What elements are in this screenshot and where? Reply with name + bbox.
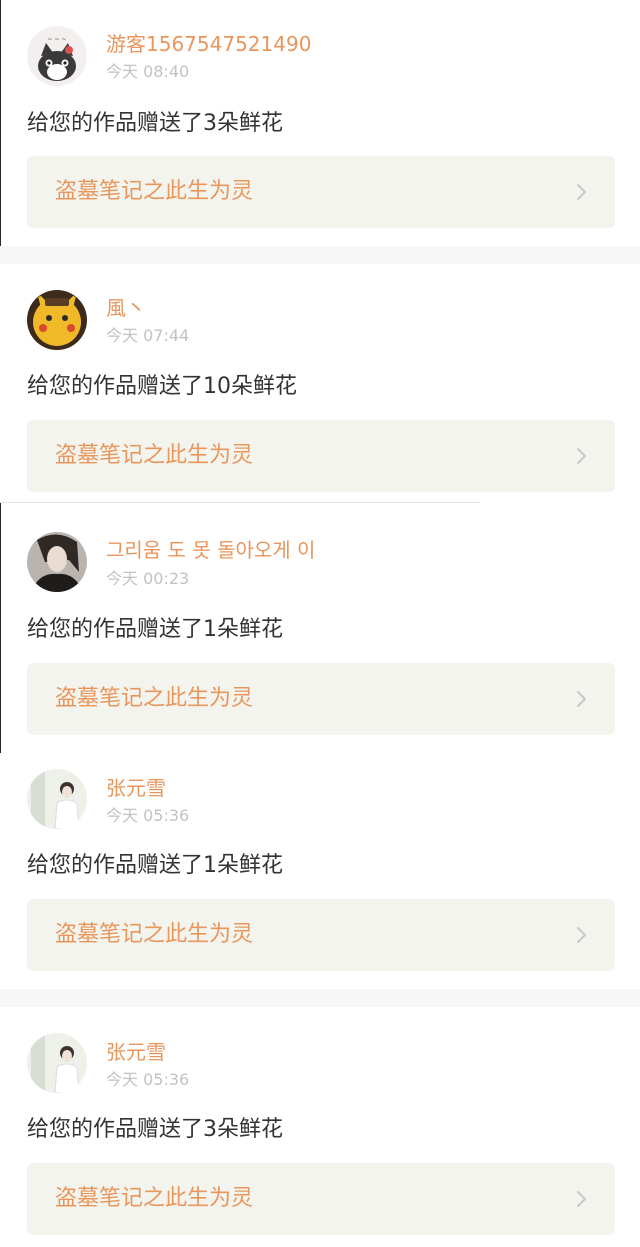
timestamp: 今天 05:36 — [106, 1070, 190, 1089]
chevron-right-icon — [571, 1189, 591, 1209]
gift-message: 给您的作品赠送了3朵鲜花 — [27, 1117, 283, 1142]
work-link[interactable]: 盗墓笔记之此生为灵 — [27, 899, 615, 971]
svg-text:~ ~ ~: ~ ~ ~ — [48, 36, 67, 43]
gift-message: 给您的作品赠送了1朵鲜花 — [27, 617, 283, 642]
notification-card: 张元雪 今天 05:36 给您的作品赠送了1朵鲜花 盗墓笔记之此生为灵 — [0, 747, 640, 989]
work-title: 盗墓笔记之此生为灵 — [55, 179, 254, 204]
username[interactable]: 風丶 — [106, 296, 146, 320]
timestamp: 今天 00:23 — [106, 569, 190, 588]
figure-avatar-icon[interactable] — [27, 1033, 87, 1093]
work-link[interactable]: 盗墓笔记之此生为灵 — [27, 1163, 615, 1235]
notification-card: 風丶 今天 07:44 给您的作品赠送了10朵鲜花 盗墓笔记之此生为灵 — [0, 264, 640, 502]
username[interactable]: 张元雪 — [106, 776, 166, 800]
gift-notification-feed: ~ ~ ~ 游客1567547521490 今天 08:40 给您的作品赠送了3… — [0, 0, 640, 1247]
username[interactable]: 그리움 도 못 돌아오게 이 — [106, 538, 315, 562]
chevron-right-icon — [571, 689, 591, 709]
notification-card: 张元雪 今天 05:36 给您的作品赠送了3朵鲜花 盗墓笔记之此生为灵 — [0, 1007, 640, 1247]
card-separator — [0, 246, 640, 264]
timestamp: 今天 08:40 — [106, 62, 190, 81]
timestamp: 今天 07:44 — [106, 326, 190, 345]
work-link[interactable]: 盗墓笔记之此生为灵 — [27, 156, 615, 228]
username[interactable]: 张元雪 — [106, 1040, 166, 1064]
edge-line — [0, 503, 1, 753]
chevron-right-icon — [571, 446, 591, 466]
chevron-right-icon — [571, 182, 591, 202]
edge-line — [0, 0, 1, 246]
cat-avatar-icon[interactable]: ~ ~ ~ — [27, 26, 87, 86]
portrait-avatar-icon[interactable] — [27, 532, 87, 592]
work-title: 盗墓笔记之此生为灵 — [55, 922, 254, 947]
work-link[interactable]: 盗墓笔记之此生为灵 — [27, 663, 615, 735]
gift-message: 给您的作品赠送了1朵鲜花 — [27, 853, 283, 878]
figure-avatar-icon[interactable] — [27, 769, 87, 829]
gift-message: 给您的作品赠送了3朵鲜花 — [27, 111, 283, 136]
work-link[interactable]: 盗墓笔记之此生为灵 — [27, 420, 615, 492]
work-title: 盗墓笔记之此生为灵 — [55, 686, 254, 711]
notification-card: 그리움 도 못 돌아오게 이 今天 00:23 给您的作品赠送了1朵鲜花 盗墓笔… — [0, 503, 640, 747]
work-title: 盗墓笔记之此生为灵 — [55, 443, 254, 468]
timestamp: 今天 05:36 — [106, 806, 190, 825]
pikachu-avatar-icon[interactable] — [27, 290, 87, 350]
work-title: 盗墓笔记之此生为灵 — [55, 1186, 254, 1211]
chevron-right-icon — [571, 925, 591, 945]
notification-card: ~ ~ ~ 游客1567547521490 今天 08:40 给您的作品赠送了3… — [0, 0, 640, 246]
card-separator — [0, 989, 640, 1007]
username[interactable]: 游客1567547521490 — [106, 32, 311, 56]
gift-message: 给您的作品赠送了10朵鲜花 — [27, 374, 297, 399]
